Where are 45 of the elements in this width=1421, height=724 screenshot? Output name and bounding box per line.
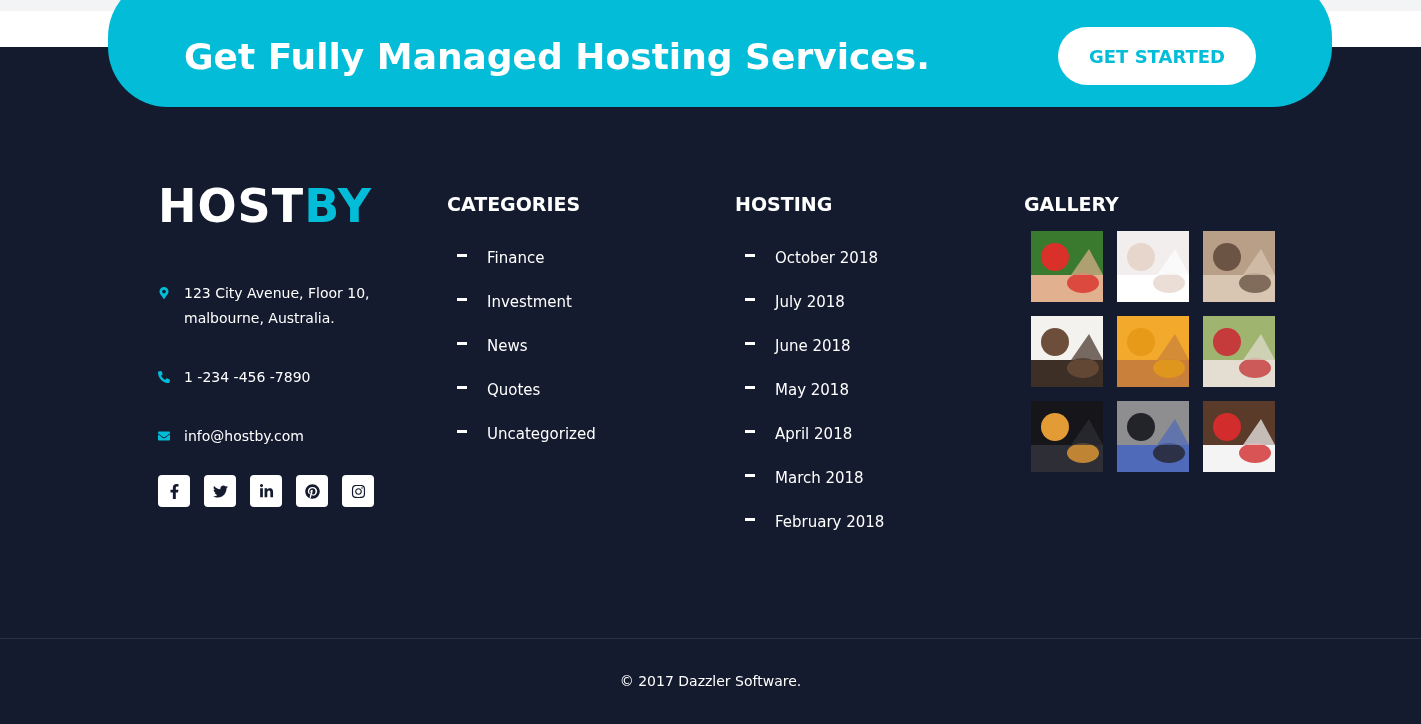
copyright-text: © 2017 Dazzler Software. (619, 672, 802, 691)
dash-icon (745, 429, 755, 433)
footer-link[interactable]: Uncategorized (487, 423, 596, 445)
footer-link[interactable]: Investment (487, 291, 572, 313)
dash-icon (745, 253, 755, 257)
linkedin-button[interactable] (250, 475, 282, 507)
dash-icon (457, 297, 467, 301)
logo: HOSTBY (158, 183, 373, 229)
column-heading: HOSTING (735, 192, 834, 217)
footer-link[interactable]: July 2018 (775, 291, 845, 313)
dash-icon (745, 297, 755, 301)
dash-icon (745, 385, 755, 389)
contact-text: info@hostby.com (184, 427, 305, 446)
dash-icon (457, 341, 467, 345)
linkedin-icon (258, 483, 274, 499)
dash-icon (457, 429, 467, 433)
footer-link[interactable]: Finance (487, 247, 545, 269)
bird-button[interactable] (204, 475, 236, 507)
footer-link[interactable]: Quotes (487, 379, 541, 401)
footer-link[interactable]: October 2018 (775, 247, 878, 269)
envelope-icon (158, 430, 170, 442)
dash-icon (457, 385, 467, 389)
camera-button[interactable] (342, 475, 374, 507)
footer-link[interactable]: May 2018 (775, 379, 849, 401)
pinterest-icon (304, 483, 320, 499)
dash-icon (745, 517, 755, 521)
footer-link[interactable]: News (487, 335, 528, 357)
contact-text: 123 City Avenue, Floor 10, malbourne, Australia. (184, 284, 371, 328)
footer-link[interactable]: February 2018 (775, 511, 885, 533)
footer-link[interactable]: June 2018 (775, 335, 851, 357)
camera-icon (350, 483, 366, 499)
footer-link[interactable]: April 2018 (775, 423, 853, 445)
banner-title: Get Fully Managed Hosting Services. (184, 35, 930, 79)
dash-icon (457, 253, 467, 257)
contact-text: 1 -234 -456 -7890 (184, 368, 312, 387)
phone-icon (158, 371, 170, 383)
location-pin-icon (158, 287, 170, 299)
footer-link[interactable]: March 2018 (775, 467, 864, 489)
pinterest-button[interactable] (296, 475, 328, 507)
column-heading: CATEGORIES (447, 192, 582, 217)
facebook-button[interactable] (158, 475, 190, 507)
column-heading: GALLERY (1024, 192, 1120, 217)
dash-icon (745, 473, 755, 477)
bird-icon (212, 483, 228, 499)
dash-icon (745, 341, 755, 345)
